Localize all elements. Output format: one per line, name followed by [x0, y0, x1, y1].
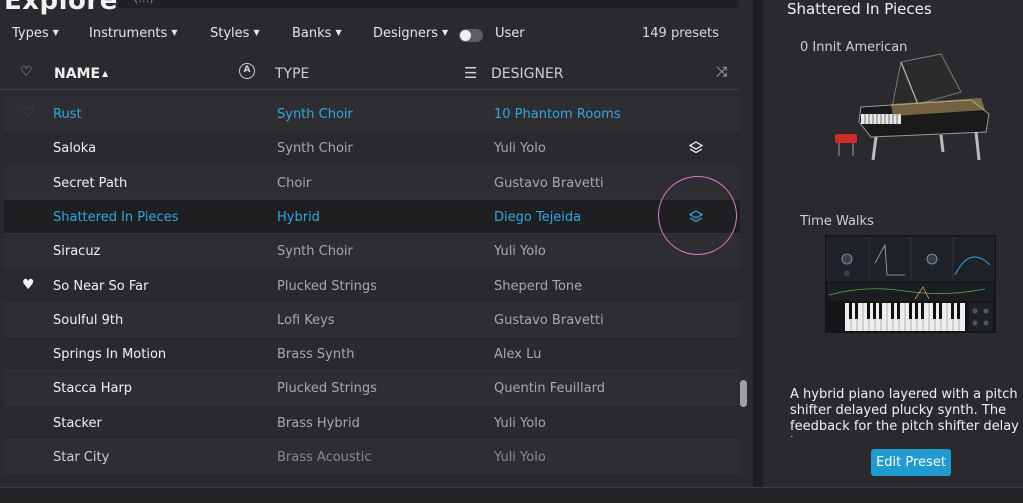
preset-designer: Gustavo Bravetti [494, 312, 604, 328]
preset-name: Secret Path [53, 175, 128, 191]
heart-outline-icon[interactable]: ♡ [22, 105, 35, 121]
preset-row[interactable]: Springs In Motion Brass Synth Alex Lu [4, 337, 740, 372]
grand-piano-image [835, 53, 990, 161]
heart-outline-icon[interactable]: ♡ [20, 64, 33, 80]
preset-type: Hybrid [277, 209, 320, 225]
sort-up-icon: ▲ [102, 69, 109, 78]
preset-list: ♡ Rust Synth Choir 10 Phantom Rooms Saloka Sy… [4, 97, 740, 487]
preset-name: Rust [53, 107, 82, 122]
annotation-circle [658, 176, 737, 255]
preset-designer: Yuli Yolo [494, 244, 546, 260]
chevron-down-icon: ▼ [442, 28, 449, 37]
preset-type: Plucked Strings [277, 278, 377, 294]
preset-name: Star City [53, 450, 110, 465]
heart-filled-icon[interactable]: ♥ [22, 277, 35, 293]
filter-styles[interactable]: Styles ▼ [210, 26, 260, 41]
preset-row[interactable]: Saloka Synth Choir Yuli Yolo [4, 131, 740, 166]
edit-preset-button[interactable]: Edit Preset [871, 449, 951, 476]
chevron-down-icon: ▼ [335, 28, 342, 37]
preset-name: Shattered In Pieces [53, 209, 179, 225]
detail-title: Shattered In Pieces [787, 0, 932, 18]
filter-types[interactable]: Types ▼ [12, 26, 59, 41]
preset-name: Siracuz [53, 244, 101, 260]
preset-name: Springs In Motion [53, 347, 167, 363]
filter-instruments[interactable]: Instruments ▼ [89, 26, 177, 41]
preset-name: So Near So Far [53, 278, 149, 294]
search-glyph: (…) [134, 0, 154, 5]
preset-type: Synth Choir [277, 107, 353, 122]
preset-name: Stacca Harp [53, 381, 133, 397]
preset-row[interactable]: ♥ So Near So Far Plucked Strings Sheperd To… [4, 269, 740, 303]
filter-bar: Types ▼ Instruments ▼ Styles ▼ Banks ▼ Desig… [0, 22, 753, 48]
search-input[interactable]: (…) [118, 0, 738, 8]
column-type[interactable]: TYPE [275, 66, 309, 82]
preset-row[interactable]: Secret Path Choir Gustavo Bravetti [4, 165, 740, 200]
layer-part-2-label: Time Walks [800, 214, 874, 229]
preset-designer: Yuli Yolo [494, 450, 546, 465]
preset-type: Choir [277, 175, 312, 191]
user-label: User [495, 26, 525, 41]
synth-plugin-image [825, 235, 996, 333]
chevron-down-icon: ▼ [52, 28, 59, 37]
page-title: Explore [4, 0, 118, 16]
preset-name: Saloka [53, 141, 97, 157]
preset-row[interactable]: Siracuz Synth Choir Yuli Yolo [4, 234, 740, 269]
column-name[interactable]: NAME ▲ [54, 66, 108, 82]
preset-row[interactable]: ♡ Rust Synth Choir 10 Phantom Rooms [4, 97, 740, 131]
scrollbar-thumb[interactable] [740, 380, 747, 407]
preset-designer: Yuli Yolo [494, 415, 546, 431]
filter-banks[interactable]: Banks ▼ [292, 26, 342, 41]
arturia-logo-icon[interactable]: A [239, 63, 255, 79]
preset-designer: Diego Tejeida [494, 209, 582, 225]
preset-designer: Quentin Feuillard [494, 381, 605, 397]
shuffle-icon[interactable]: ⤨ [716, 64, 727, 80]
preset-type: Synth Choir [277, 244, 353, 260]
preset-name: Stacker [53, 415, 102, 431]
preset-designer: Alex Lu [494, 347, 542, 363]
preset-type: Brass Hybrid [277, 415, 360, 431]
preset-row[interactable]: Stacca Harp Plucked Strings Quentin Feuill… [4, 371, 740, 406]
chevron-down-icon: ▼ [171, 28, 178, 37]
column-header: ♡ NAME ▲ A TYPE ☰ DESIGNER ⤨ [0, 58, 740, 90]
filter-designers[interactable]: Designers ▼ [373, 26, 448, 41]
preset-detail-panel: Shattered In Pieces 0 Innit American Tim… [763, 0, 1023, 487]
preset-type: Lofi Keys [277, 312, 335, 328]
toggle-knob [460, 30, 471, 41]
preset-designer: Yuli Yolo [494, 141, 546, 157]
menu-icon[interactable]: ☰ [464, 64, 477, 82]
preset-description: A hybrid piano layered with a pitch shif… [790, 387, 1019, 437]
user-toggle[interactable] [459, 29, 483, 42]
preset-type: Plucked Strings [277, 381, 377, 397]
preset-designer: 10 Phantom Rooms [494, 107, 621, 122]
preset-row[interactable]: Shattered In Pieces Hybrid Diego Tejeida [4, 199, 740, 234]
preset-designer: Gustavo Bravetti [494, 175, 604, 191]
preset-type: Synth Choir [277, 141, 353, 157]
chevron-down-icon: ▼ [253, 28, 260, 37]
layers-icon[interactable] [688, 140, 704, 156]
preset-type: Brass Acoustic [277, 450, 372, 465]
bottom-status-bar [0, 487, 1023, 503]
preset-count: 149 presets [642, 26, 719, 41]
preset-name: Soulful 9th [53, 312, 124, 328]
preset-browser: Explore (…) Types▼ Instruments▼ Styles▼ … [0, 0, 753, 487]
preset-type: Brass Synth [277, 347, 355, 363]
column-designer[interactable]: DESIGNER [491, 66, 564, 82]
preset-designer: Sheperd Tone [494, 278, 583, 294]
preset-row[interactable]: Stacker Brass Hybrid Yuli Yolo [4, 406, 740, 440]
preset-row[interactable]: Star City Brass Acoustic Yuli Yolo [4, 440, 740, 474]
preset-row[interactable]: Soulful 9th Lofi Keys Gustavo Bravetti [4, 302, 740, 337]
